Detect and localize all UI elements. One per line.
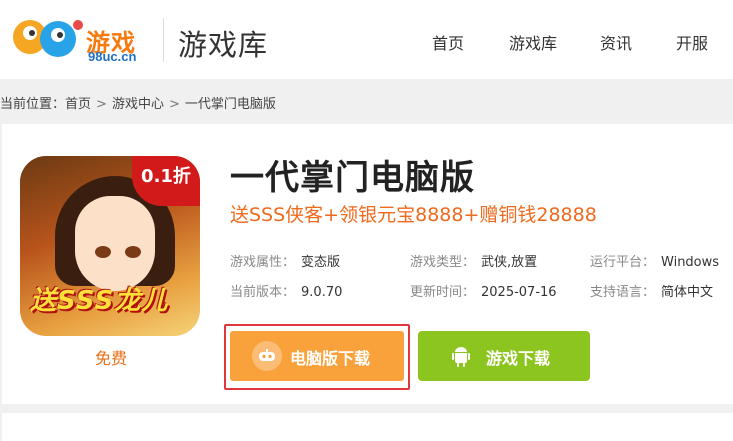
- game-download-button[interactable]: 游戏下载: [418, 331, 590, 381]
- game-title: 一代掌门电脑版: [230, 158, 475, 198]
- attr-update-time: 更新时间： 2025-07-16: [410, 285, 557, 300]
- breadcrumb-separator: >: [96, 97, 107, 112]
- attr-game-type: 游戏类型： 武侠,放置: [410, 255, 538, 270]
- character-eye-right: [125, 246, 141, 258]
- breadcrumb-item-home[interactable]: 首页: [65, 93, 91, 112]
- character-eye-left: [95, 246, 111, 258]
- character-face: [75, 196, 155, 291]
- game-download-label: 游戏下载: [486, 349, 551, 368]
- attr-language: 支持语言： 简体中文: [590, 285, 714, 300]
- site-header: 游戏 98uc.cn 游戏库 首页 游戏库 资讯 开服: [0, 0, 733, 79]
- next-section-strip: [2, 413, 733, 441]
- breadcrumb-item-current: 一代掌门电脑版: [184, 97, 276, 112]
- site-logo[interactable]: 游戏 98uc.cn: [10, 11, 145, 67]
- nav-news[interactable]: 资讯: [600, 30, 632, 54]
- discount-badge: 0.1折: [132, 156, 200, 206]
- breadcrumb-item-game-center[interactable]: 游戏中心: [112, 93, 164, 112]
- attr-platform: 运行平台： Windows: [590, 255, 720, 270]
- breadcrumb-label: 当前位置：: [0, 97, 66, 112]
- nav-home[interactable]: 首页: [432, 30, 464, 54]
- breadcrumb-separator: >: [168, 97, 180, 112]
- attr-game-property: 游戏属性： 变态版: [230, 255, 341, 270]
- nav-server-open[interactable]: 开服: [676, 30, 708, 54]
- logo-domain: 98uc.cn: [88, 49, 137, 64]
- pc-download-label: 电脑版下载: [290, 349, 371, 368]
- gamepad-icon: [252, 341, 282, 371]
- nav-game-library[interactable]: 游戏库: [509, 30, 557, 54]
- icon-banner-text: 送SSS龙儿: [30, 286, 169, 316]
- section-title: 游戏库: [178, 28, 269, 62]
- promo-text: 送SSS侠客+领银元宝8888+赠铜钱28888: [230, 204, 597, 226]
- header-divider: [163, 18, 164, 62]
- game-icon[interactable]: 0.1折 送SSS龙儿: [20, 156, 200, 336]
- logo-98-icon: [13, 20, 83, 57]
- breadcrumb: 当前位置：首页 > 游戏中心 > 一代掌门电脑版: [0, 93, 276, 112]
- android-icon: [446, 341, 476, 371]
- attr-version: 当前版本： 9.0.70: [230, 285, 343, 300]
- pc-download-button[interactable]: 电脑版下载: [230, 331, 404, 381]
- price-label: 免费: [95, 349, 128, 368]
